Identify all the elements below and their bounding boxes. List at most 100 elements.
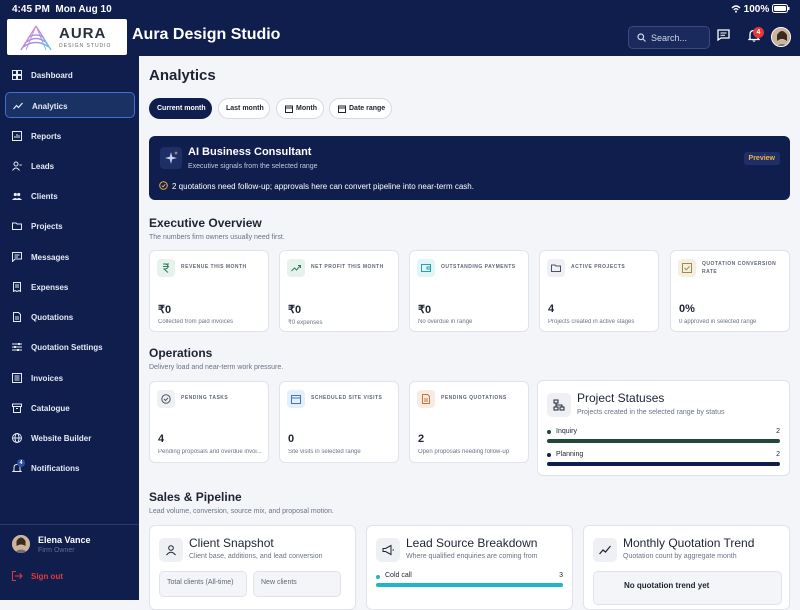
status-label-inquiry: Inquiry	[556, 428, 578, 435]
quotation-trend-empty: No quotation trend yet	[624, 581, 710, 590]
sparkle-icon	[165, 151, 178, 164]
filter-month[interactable]: Month	[276, 98, 324, 119]
ai-icon-box	[160, 147, 182, 169]
kpi-label: NET PROFIT THIS MONTH	[311, 264, 384, 270]
kpi-sub: No overdue in range	[418, 319, 473, 325]
filter-last-month[interactable]: Last month	[218, 98, 270, 119]
ai-message: 2 quotations need follow-up; approvals h…	[172, 182, 474, 191]
trend-icon	[599, 545, 611, 555]
sidebar-item-clients[interactable]: Clients	[5, 183, 135, 209]
kpi-card-outstanding[interactable]: OUTSTANDING PAYMENTS ₹0 No overdue in ra…	[409, 250, 529, 332]
logo-mark-icon	[20, 25, 52, 51]
section-subtitle-sales: Lead volume, conversion, source mix, and…	[149, 508, 334, 515]
kpi-card-net-profit[interactable]: NET PROFIT THIS MONTH ₹0 ₹0 expenses	[279, 250, 399, 332]
quotation-trend-subtitle: Quotation count by aggregate month	[623, 553, 737, 560]
sidebar-item-projects[interactable]: Projects	[5, 213, 135, 239]
kpi-value: ₹0	[418, 304, 432, 316]
kpi-icon-box	[157, 259, 175, 277]
lead-source-subtitle: Where qualified enquiries are coming fro…	[406, 553, 538, 560]
kpi-label: QUOTATION CONVERSION RATE	[702, 261, 777, 275]
ops-icon-box	[157, 390, 175, 408]
lead-value-cold-call: 3	[559, 572, 563, 579]
lead-source-card: Lead Source Breakdown Where qualified en…	[366, 525, 573, 610]
kpi-card-conversion-rate[interactable]: QUOTATION CONVERSION RATE 0% 0 approved …	[670, 250, 790, 332]
search-icon	[637, 33, 646, 42]
sidebar-item-expenses[interactable]: Expenses	[5, 274, 135, 300]
total-clients-label: Total clients (All-time)	[167, 579, 234, 586]
client-snapshot-subtitle: Client base, additions, and lead convers…	[189, 553, 323, 560]
sidebar-item-quotation-settings[interactable]: Quotation Settings	[5, 334, 135, 360]
logo[interactable]: AURA DESIGN STUDIO	[7, 19, 127, 55]
sidebar-item-label: Quotation Settings	[31, 343, 103, 352]
status-bar-inquiry	[547, 439, 780, 443]
messages-icon[interactable]	[717, 29, 730, 41]
search-box[interactable]: Search...	[628, 26, 710, 49]
sidebar-item-messages[interactable]: Messages	[5, 244, 135, 270]
sidebar-item-invoices[interactable]: Invoices	[5, 365, 135, 391]
user-avatar	[12, 535, 30, 553]
sidebar-item-website-builder[interactable]: Website Builder	[5, 425, 135, 451]
filter-label: Month	[296, 105, 317, 112]
ops-card-pending-tasks[interactable]: PENDING TASKS 4 Pending proposals and ov…	[149, 381, 269, 463]
person-icon	[166, 545, 176, 556]
client-snapshot-title: Client Snapshot	[189, 536, 274, 550]
sidebar-item-catalogue[interactable]: Catalogue	[5, 395, 135, 421]
sidebar-user-panel: Elena Vance Firm Owner Sign out	[0, 524, 139, 581]
sidebar-item-analytics[interactable]: Analytics	[5, 92, 135, 118]
kpi-label: ACTIVE PROJECTS	[571, 264, 626, 270]
sidebar-item-quotations[interactable]: Quotations	[5, 304, 135, 330]
lead-source-title: Lead Source Breakdown	[406, 536, 538, 550]
filter-date-range[interactable]: Date range	[329, 98, 392, 119]
status-bar: 4:45 PM Mon Aug 10 100%	[0, 0, 800, 18]
sidebar-item-leads[interactable]: Leads	[5, 153, 135, 179]
kpi-card-active-projects[interactable]: ACTIVE PROJECTS 4 Projects created in ac…	[539, 250, 659, 332]
folder-icon	[12, 222, 22, 230]
quotation-trend-title: Monthly Quotation Trend	[623, 536, 755, 550]
filter-current-month[interactable]: Current month	[149, 98, 212, 119]
ops-icon-box	[417, 390, 435, 408]
wifi-icon	[731, 5, 741, 13]
sidebar-item-label: Analytics	[32, 102, 68, 111]
quotation-trend-card: Monthly Quotation Trend Quotation count …	[583, 525, 790, 610]
project-statuses-title: Project Statuses	[577, 391, 665, 405]
project-statuses-card: Project Statuses Projects created in the…	[537, 380, 790, 476]
sidebar-item-reports[interactable]: Reports	[5, 123, 135, 149]
section-title-sales: Sales & Pipeline	[149, 490, 242, 504]
notification-badge: 4	[753, 27, 764, 38]
project-statuses-subtitle: Projects created in the selected range b…	[577, 409, 725, 416]
filter-label: Last month	[226, 105, 264, 112]
kpi-card-revenue[interactable]: REVENUE THIS MONTH ₹0 Collected from pai…	[149, 250, 269, 332]
total-clients-field: Total clients (All-time)	[159, 571, 247, 597]
receipt-icon	[13, 282, 21, 292]
kpi-label: REVENUE THIS MONTH	[181, 264, 247, 270]
sidebar-item-label: Catalogue	[31, 404, 70, 413]
avatar[interactable]	[771, 27, 791, 47]
calendar-icon	[285, 105, 293, 113]
status-dot-inquiry	[547, 430, 551, 434]
sidebar-item-label: Invoices	[31, 374, 64, 383]
kpi-value: ₹0	[158, 304, 172, 316]
wallet-icon	[421, 264, 431, 272]
sidebar: Dashboard Analytics Reports Leads Client…	[0, 56, 139, 600]
user-avatar-image	[12, 535, 30, 553]
brand-title: Aura Design Studio	[132, 26, 281, 43]
sidebar-item-label: Reports	[31, 132, 62, 141]
sidebar-item-notifications[interactable]: 4 Notifications	[5, 455, 135, 481]
kpi-value: ₹0	[288, 304, 302, 316]
sidebar-item-label: Clients	[31, 192, 58, 201]
trend-up-icon	[291, 265, 301, 272]
sidebar-item-dashboard[interactable]: Dashboard	[5, 62, 135, 88]
sidebar-item-label: Expenses	[31, 283, 69, 292]
preview-badge: Preview	[743, 152, 780, 165]
users-icon	[12, 192, 22, 200]
lead-dot-cold-call	[376, 575, 380, 579]
ops-value: 0	[288, 433, 295, 445]
main-content: Analytics Current month Last month Month…	[139, 56, 800, 610]
kpi-label: OUTSTANDING PAYMENTS	[441, 264, 516, 270]
kpi-value: 4	[548, 303, 555, 315]
lead-label-cold-call: Cold call	[385, 572, 412, 579]
search-placeholder: Search...	[651, 33, 688, 43]
kpi-icon-box	[678, 259, 696, 277]
ops-card-site-visits[interactable]: SCHEDULED SITE VISITS 0 Site visits in s…	[279, 381, 399, 463]
ops-card-pending-quotations[interactable]: PENDING QUOTATIONS 2 Open proposals need…	[409, 381, 529, 463]
